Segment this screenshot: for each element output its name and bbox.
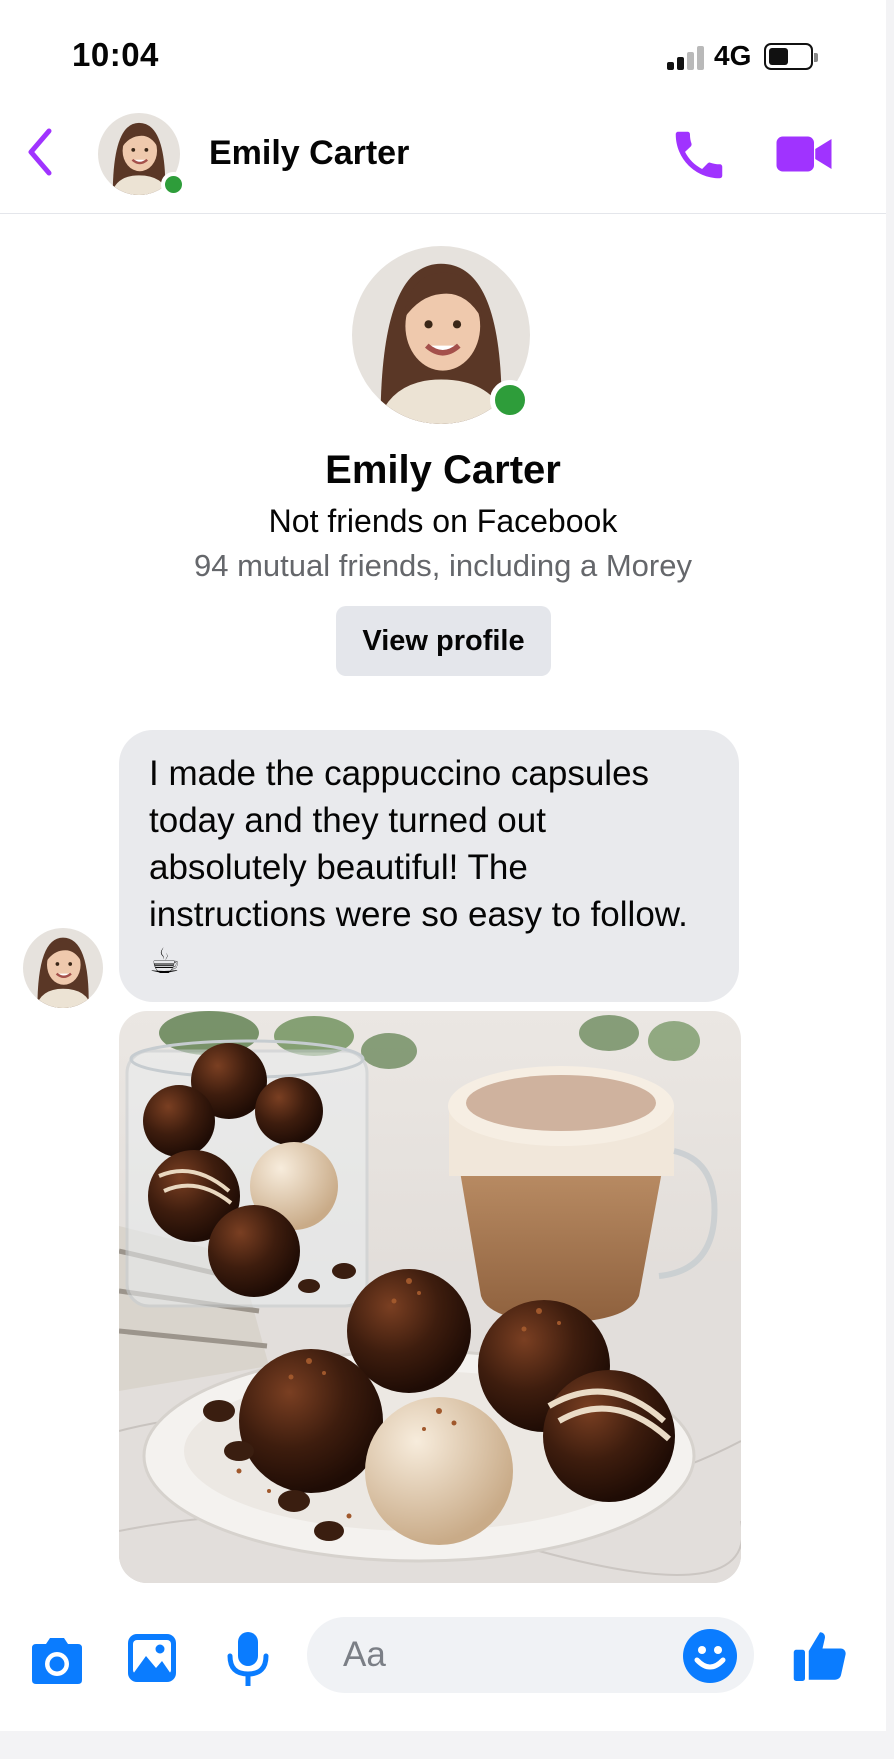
friend-status: Not friends on Facebook	[268, 503, 618, 539]
video-call-button[interactable]	[774, 124, 834, 184]
status-bar: 10:04 4G	[0, 0, 886, 100]
microphone-icon	[227, 1632, 269, 1686]
home-indicator-area	[0, 1731, 894, 1759]
view-profile-button[interactable]: View profile	[336, 606, 551, 676]
sender-avatar[interactable]	[23, 928, 103, 1008]
online-status-dot	[161, 172, 186, 197]
chat-header: Emily Carter	[0, 100, 886, 214]
network-type: 4G	[714, 40, 752, 71]
emoji-button[interactable]	[682, 1628, 738, 1684]
camera-button[interactable]	[28, 1636, 86, 1686]
contact-name[interactable]: Emily Carter	[209, 134, 409, 173]
image-icon	[128, 1634, 176, 1682]
voice-clip-button[interactable]	[225, 1630, 271, 1688]
sender-photo	[23, 928, 103, 1008]
camera-icon	[32, 1638, 82, 1684]
mutual-friends: 94 mutual friends, including a Morey	[194, 548, 692, 583]
online-status-dot	[490, 380, 530, 420]
like-button[interactable]	[790, 1626, 850, 1686]
chevron-left-icon	[28, 128, 52, 176]
battery-icon	[764, 43, 818, 70]
message-photo[interactable]	[119, 1011, 741, 1583]
phone-icon	[675, 131, 723, 179]
profile-name: Emily Carter	[325, 448, 561, 492]
cellular-signal-icon	[667, 44, 705, 70]
back-button[interactable]	[20, 122, 60, 182]
thumbs-up-icon	[793, 1632, 846, 1681]
screen-edge	[886, 0, 894, 1759]
chocolate-bombs-photo	[119, 1011, 741, 1583]
message-composer	[0, 1600, 886, 1710]
status-time: 10:04	[72, 36, 159, 73]
message-bubble[interactable]: I made the cappuccino capsules today and…	[119, 730, 739, 1002]
contact-avatar[interactable]	[98, 113, 186, 197]
messenger-chat-screen: 10:04 4G Emily Carter Emily Carter Not f…	[0, 0, 886, 1731]
smiley-icon	[683, 1629, 737, 1683]
gallery-button[interactable]	[126, 1632, 178, 1684]
profile-avatar[interactable]	[352, 246, 530, 424]
video-camera-icon	[776, 136, 832, 172]
voice-call-button[interactable]	[668, 124, 730, 186]
